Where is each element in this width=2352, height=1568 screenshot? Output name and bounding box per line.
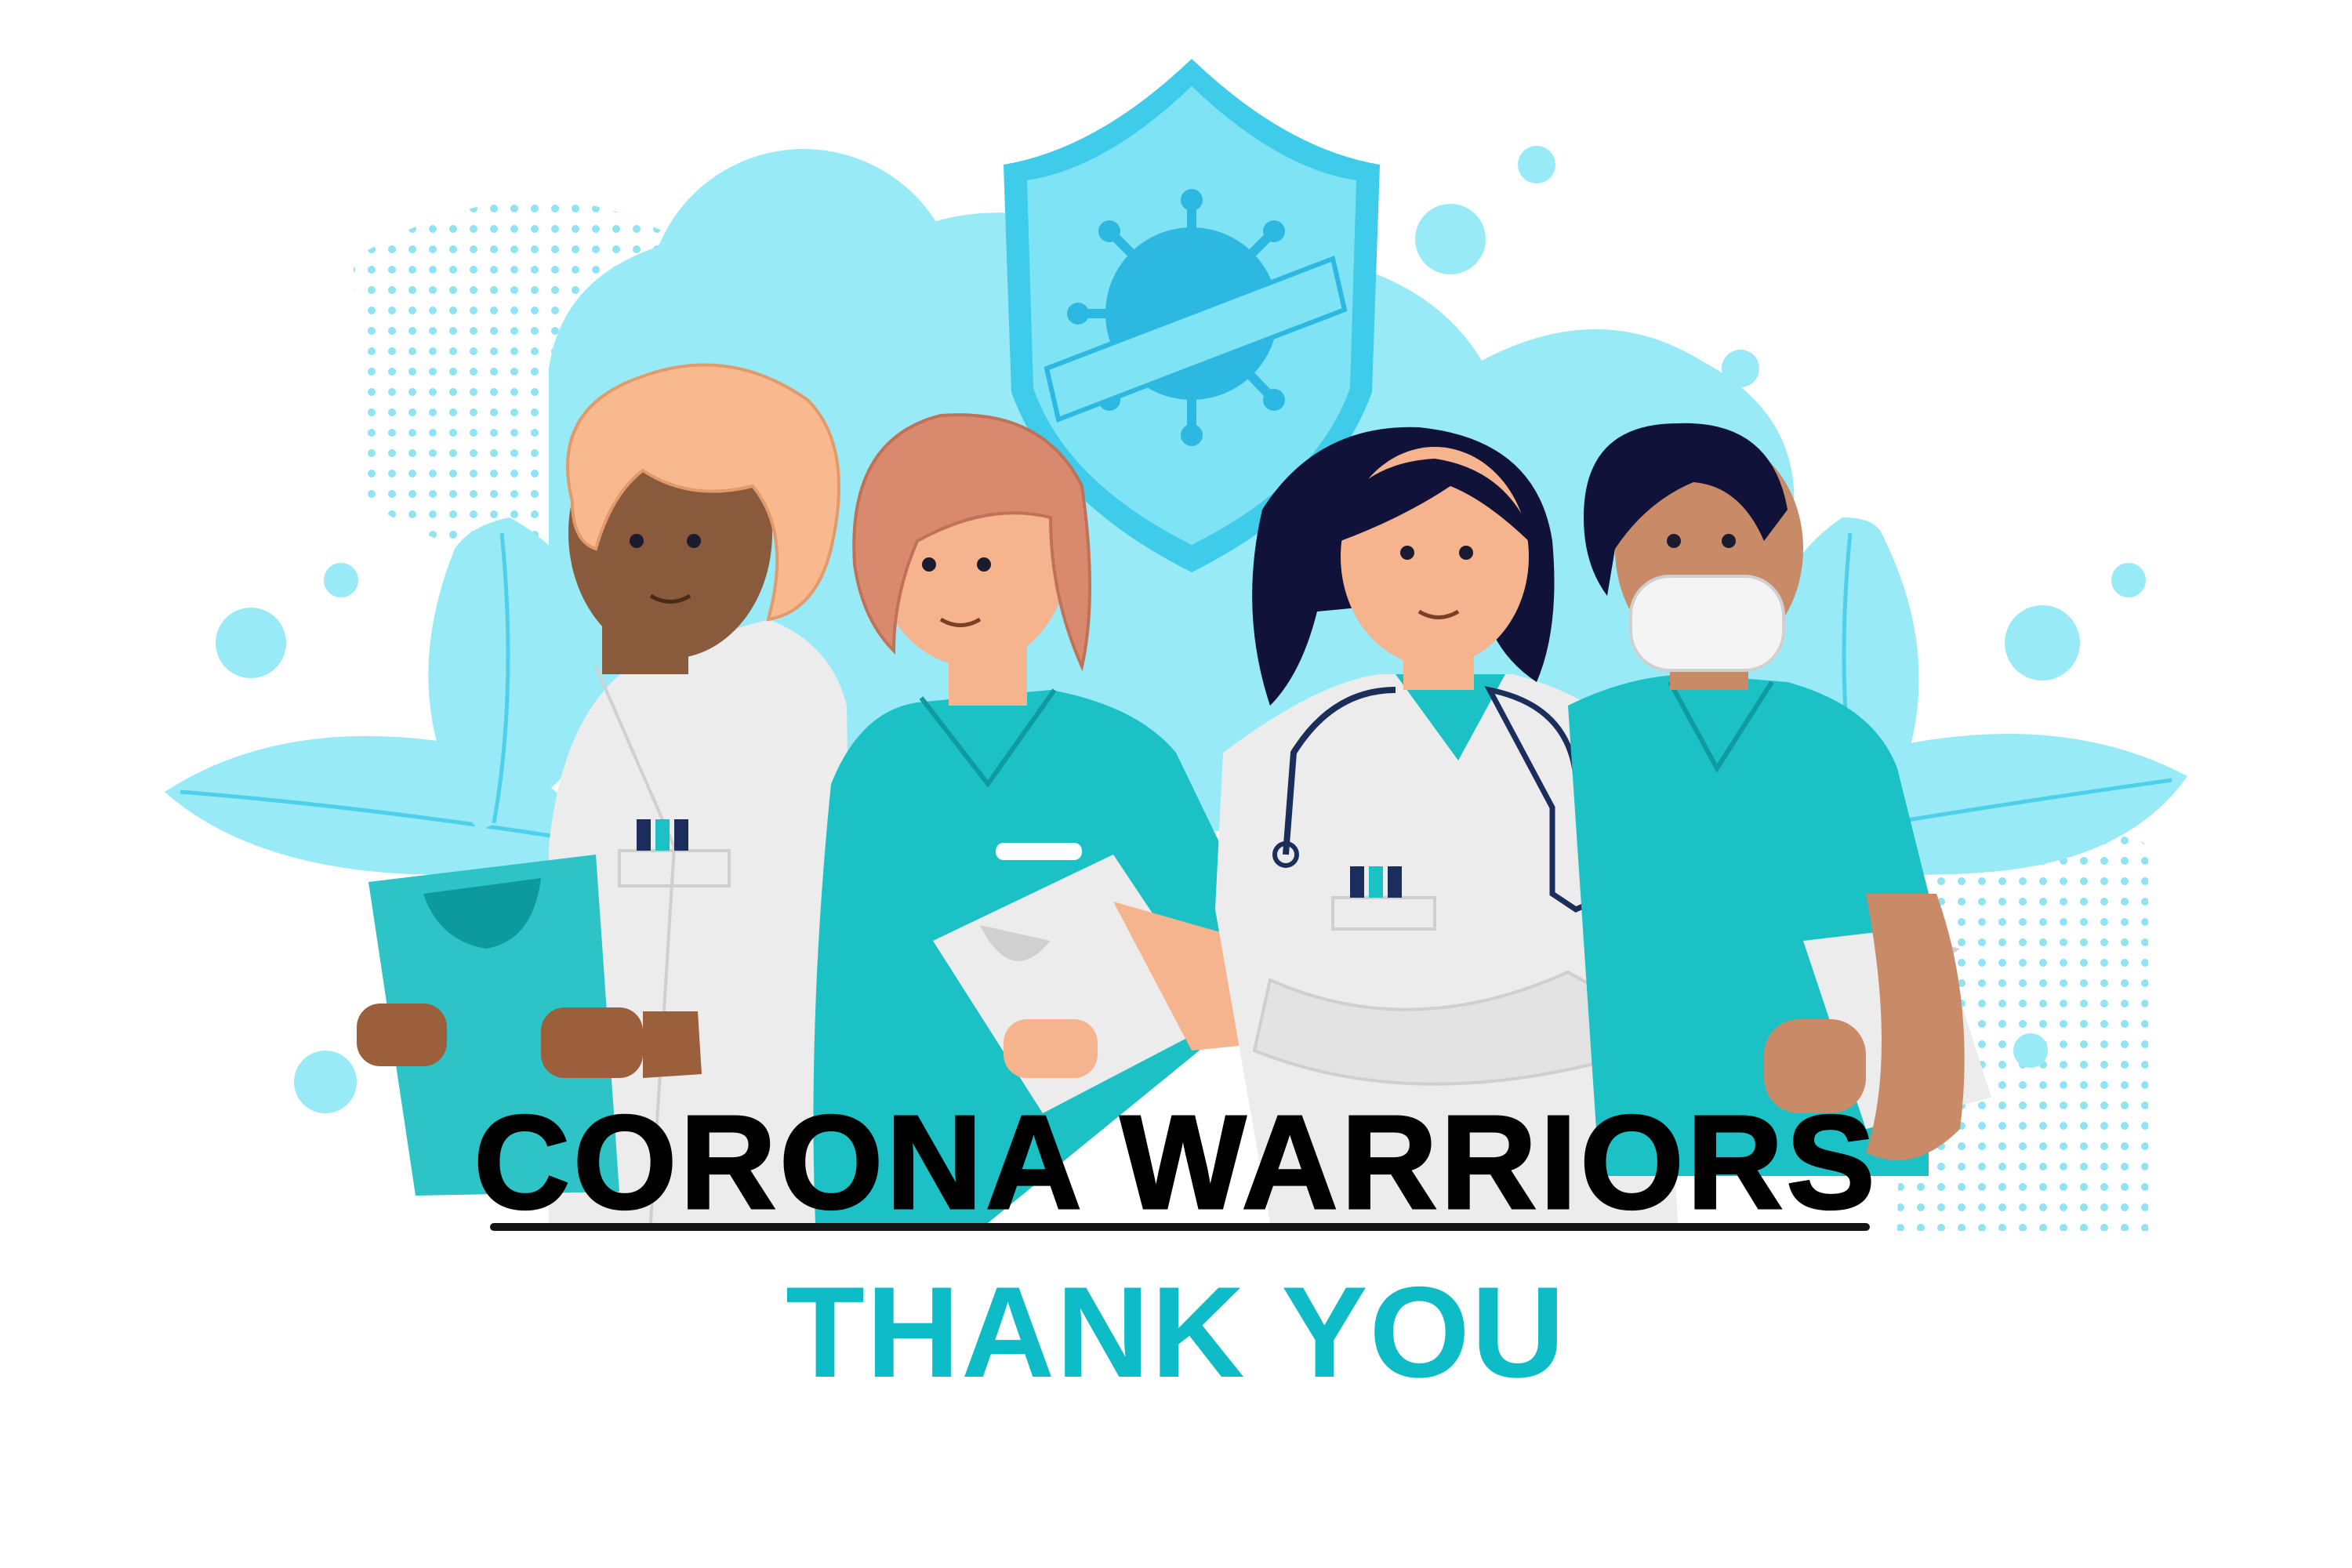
leaf-left xyxy=(165,517,612,875)
page-title: CORONA WARRIORS xyxy=(473,1087,1878,1239)
poster: CORONA WARRIORS THANK YOU xyxy=(0,0,2352,1568)
page-subtitle: THANK YOU xyxy=(786,1260,1566,1404)
title-underline xyxy=(490,1223,1870,1231)
